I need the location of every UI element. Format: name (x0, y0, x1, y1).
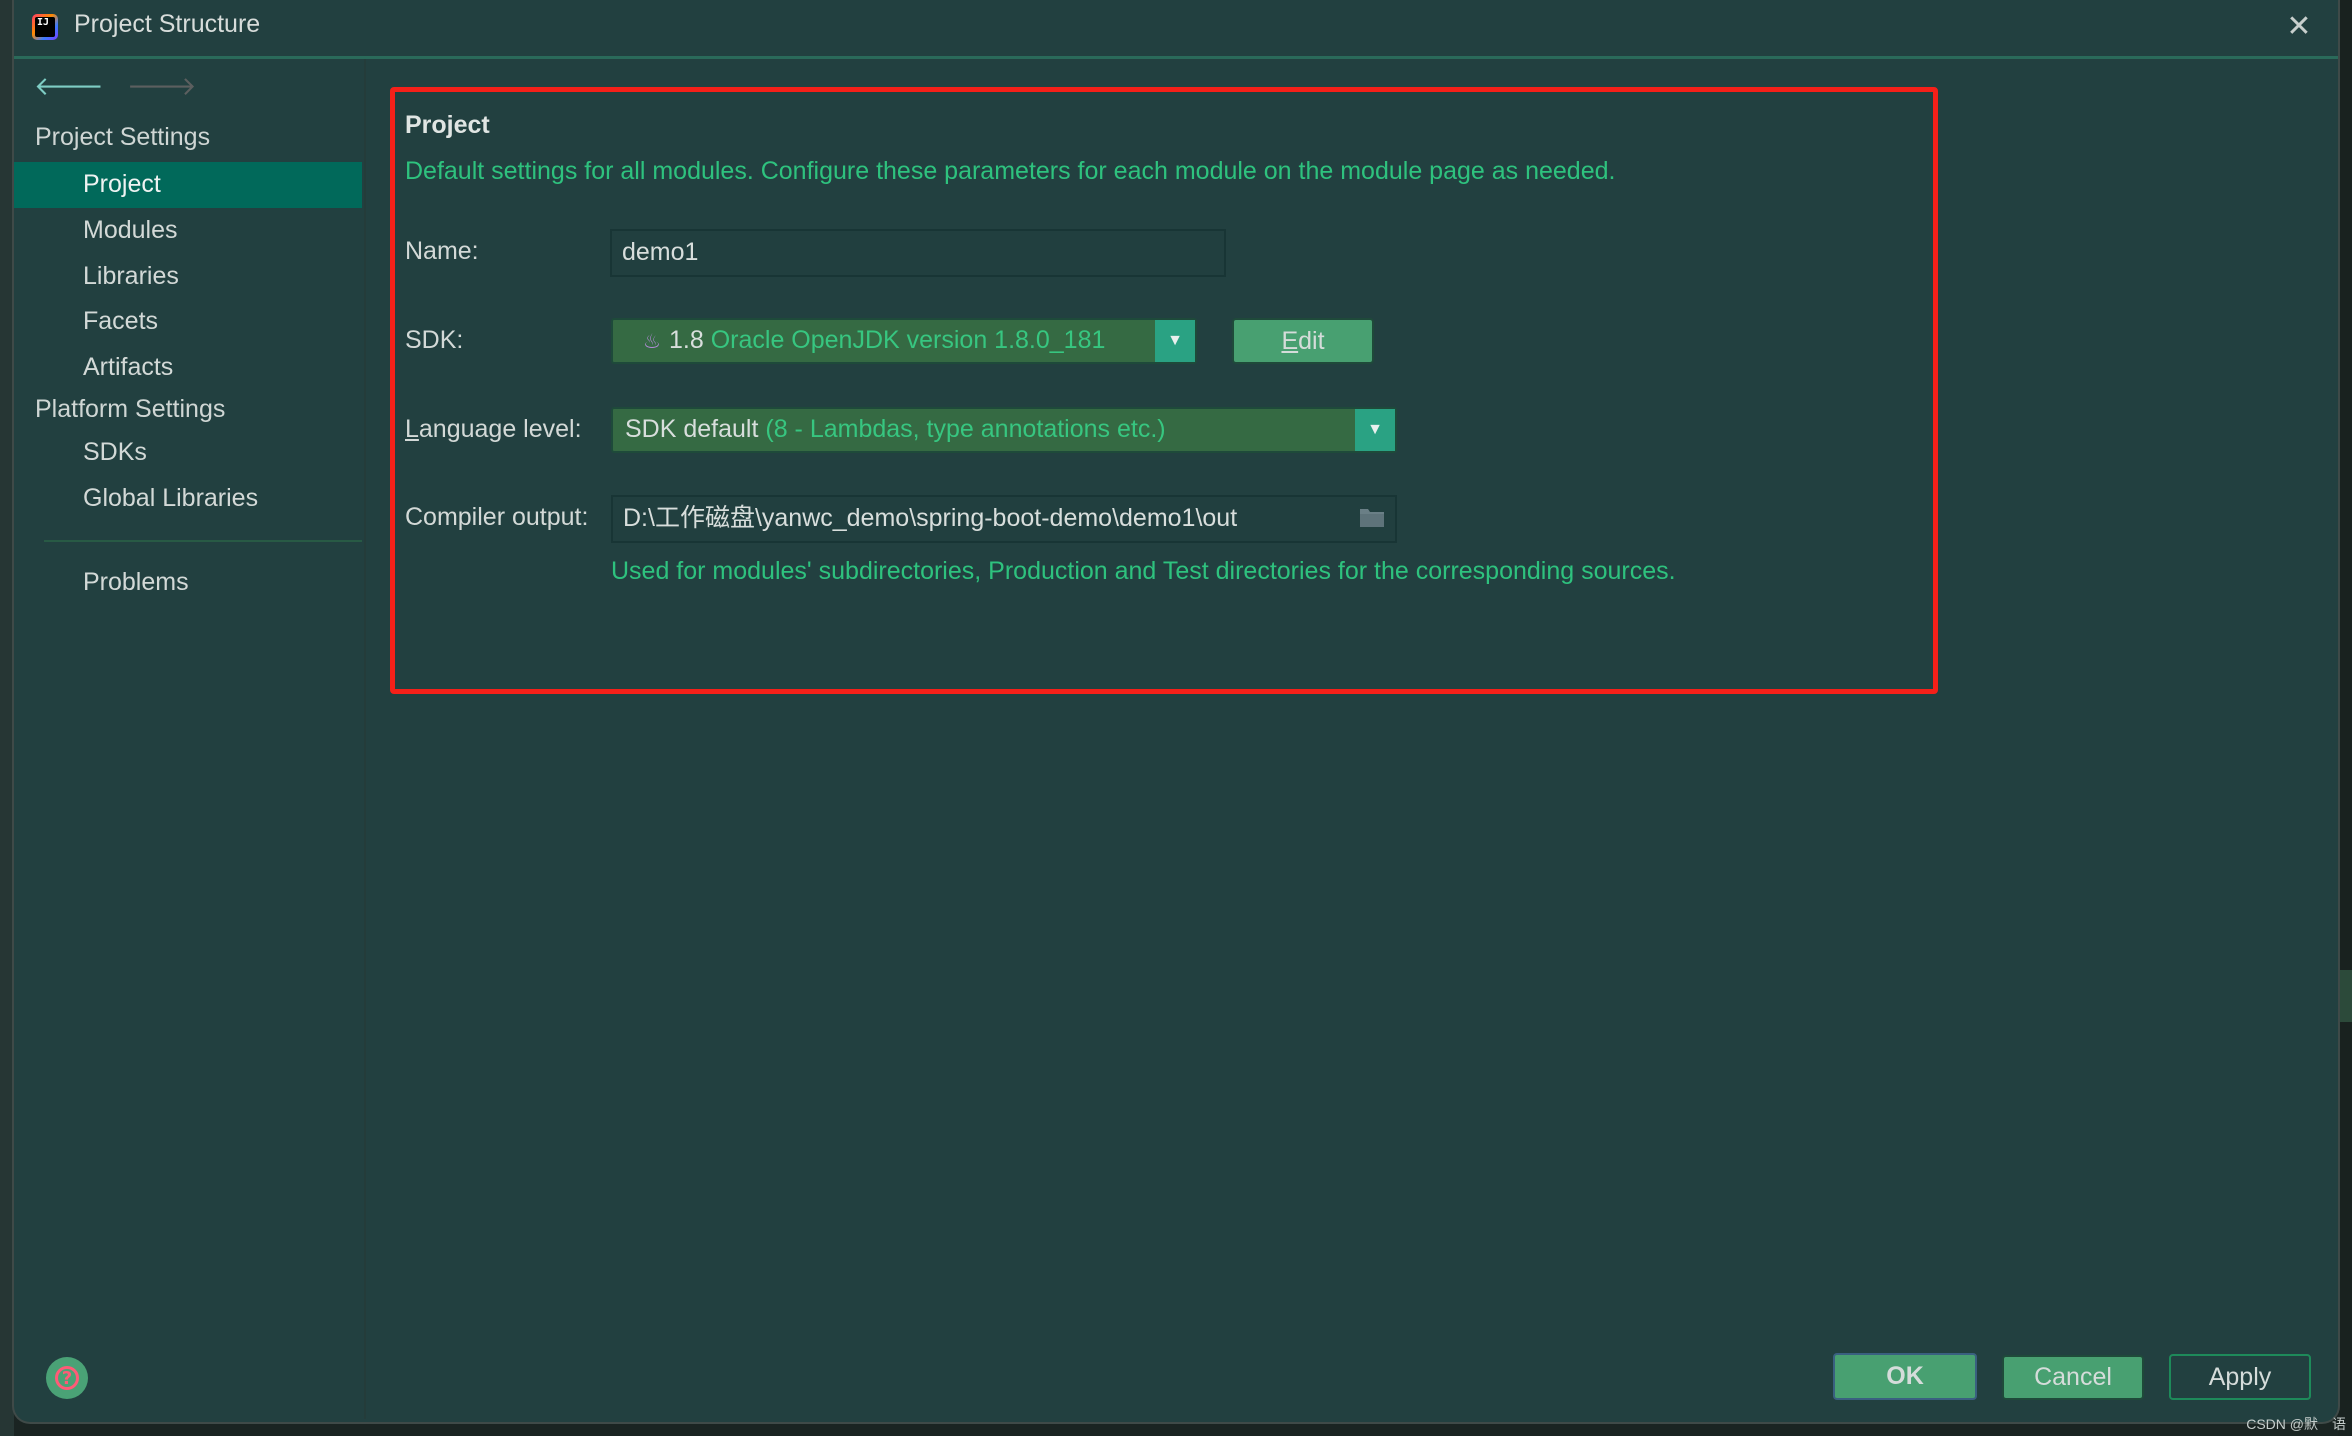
compiler-output-value: D:\工作磁盘\yanwc_demo\spring-boot-demo\demo… (623, 504, 1238, 532)
sidebar-divider (44, 540, 362, 542)
group-platform-settings: Platform Settings (35, 395, 226, 423)
sidebar-item-global-libraries[interactable]: Global Libraries (14, 476, 362, 522)
project-structure-dialog: Project Structure ✕ 🡐 🡒 Project Settings… (12, 0, 2340, 1424)
language-level-combobox[interactable]: SDK default (8 - Lambdas, type annotatio… (611, 407, 1397, 453)
arrow-left-icon[interactable]: 🡐 (34, 71, 104, 102)
chevron-down-icon[interactable]: ▼ (1155, 320, 1195, 362)
nav-arrows: 🡐 🡒 (34, 71, 215, 102)
edit-mnemonic: E (1281, 327, 1299, 355)
sdk-combobox[interactable]: ♨ 1.8 Oracle OpenJDK version 1.8.0_181 ▼ (611, 318, 1197, 364)
close-icon[interactable]: ✕ (2282, 10, 2316, 44)
sidebar: 🡐 🡒 Project Settings Project Modules Lib… (14, 59, 366, 1419)
language-level-detail: (8 - Lambdas, type annotations etc.) (765, 415, 1166, 443)
sdk-detail: Oracle OpenJDK version 1.8.0_181 (710, 326, 1106, 354)
arrow-right-icon[interactable]: 🡒 (127, 71, 197, 102)
compiler-output-field[interactable]: D:\工作磁盘\yanwc_demo\spring-boot-demo\demo… (611, 495, 1397, 543)
sidebar-item-modules[interactable]: Modules (14, 208, 362, 254)
help-button[interactable]: ? (46, 1357, 88, 1399)
intellij-idea-icon (32, 14, 58, 40)
language-level-label-text: anguage level: (418, 415, 582, 443)
compiler-output-hint: Used for modules' subdirectories, Produc… (611, 557, 1676, 585)
sidebar-item-facets[interactable]: Facets (14, 299, 362, 345)
sidebar-item-artifacts[interactable]: Artifacts (14, 345, 362, 391)
java-icon: ♨ (643, 331, 661, 353)
edit-sdk-button[interactable]: Edit (1232, 318, 1374, 364)
group-project-settings: Project Settings (35, 123, 211, 151)
dialog-title: Project Structure (74, 10, 261, 38)
sidebar-item-sdks[interactable]: SDKs (14, 430, 362, 476)
name-field[interactable]: demo1 (610, 229, 1226, 277)
folder-icon[interactable] (1359, 506, 1385, 528)
language-level-label: Language level: (405, 415, 582, 444)
sdk-label: SDK: (405, 326, 464, 354)
sidebar-item-problems[interactable]: Problems (14, 560, 362, 606)
sdk-version: 1.8 (669, 326, 704, 354)
background-editor-highlight (2338, 970, 2352, 1022)
language-level-mnemonic: L (405, 415, 419, 443)
background-editor-right (2338, 0, 2352, 1436)
watermark: CSDN @默 语 (2246, 1416, 2346, 1432)
section-title: Project (405, 111, 490, 139)
ok-button[interactable]: OK (1833, 1353, 1977, 1400)
language-level-value: SDK default (625, 415, 759, 443)
section-description: Default settings for all modules. Config… (405, 157, 1616, 185)
help-icon: ? (55, 1366, 79, 1390)
chevron-down-icon[interactable]: ▼ (1355, 409, 1395, 451)
cancel-button[interactable]: Cancel (2002, 1355, 2144, 1400)
title-bar: Project Structure ✕ (14, 0, 2338, 59)
apply-button[interactable]: Apply (2169, 1354, 2311, 1400)
name-label: Name: (405, 237, 479, 265)
sidebar-item-libraries[interactable]: Libraries (14, 254, 362, 300)
compiler-output-label: Compiler output: (405, 503, 589, 531)
edit-label: dit (1298, 327, 1325, 355)
sidebar-item-project[interactable]: Project (14, 162, 362, 208)
